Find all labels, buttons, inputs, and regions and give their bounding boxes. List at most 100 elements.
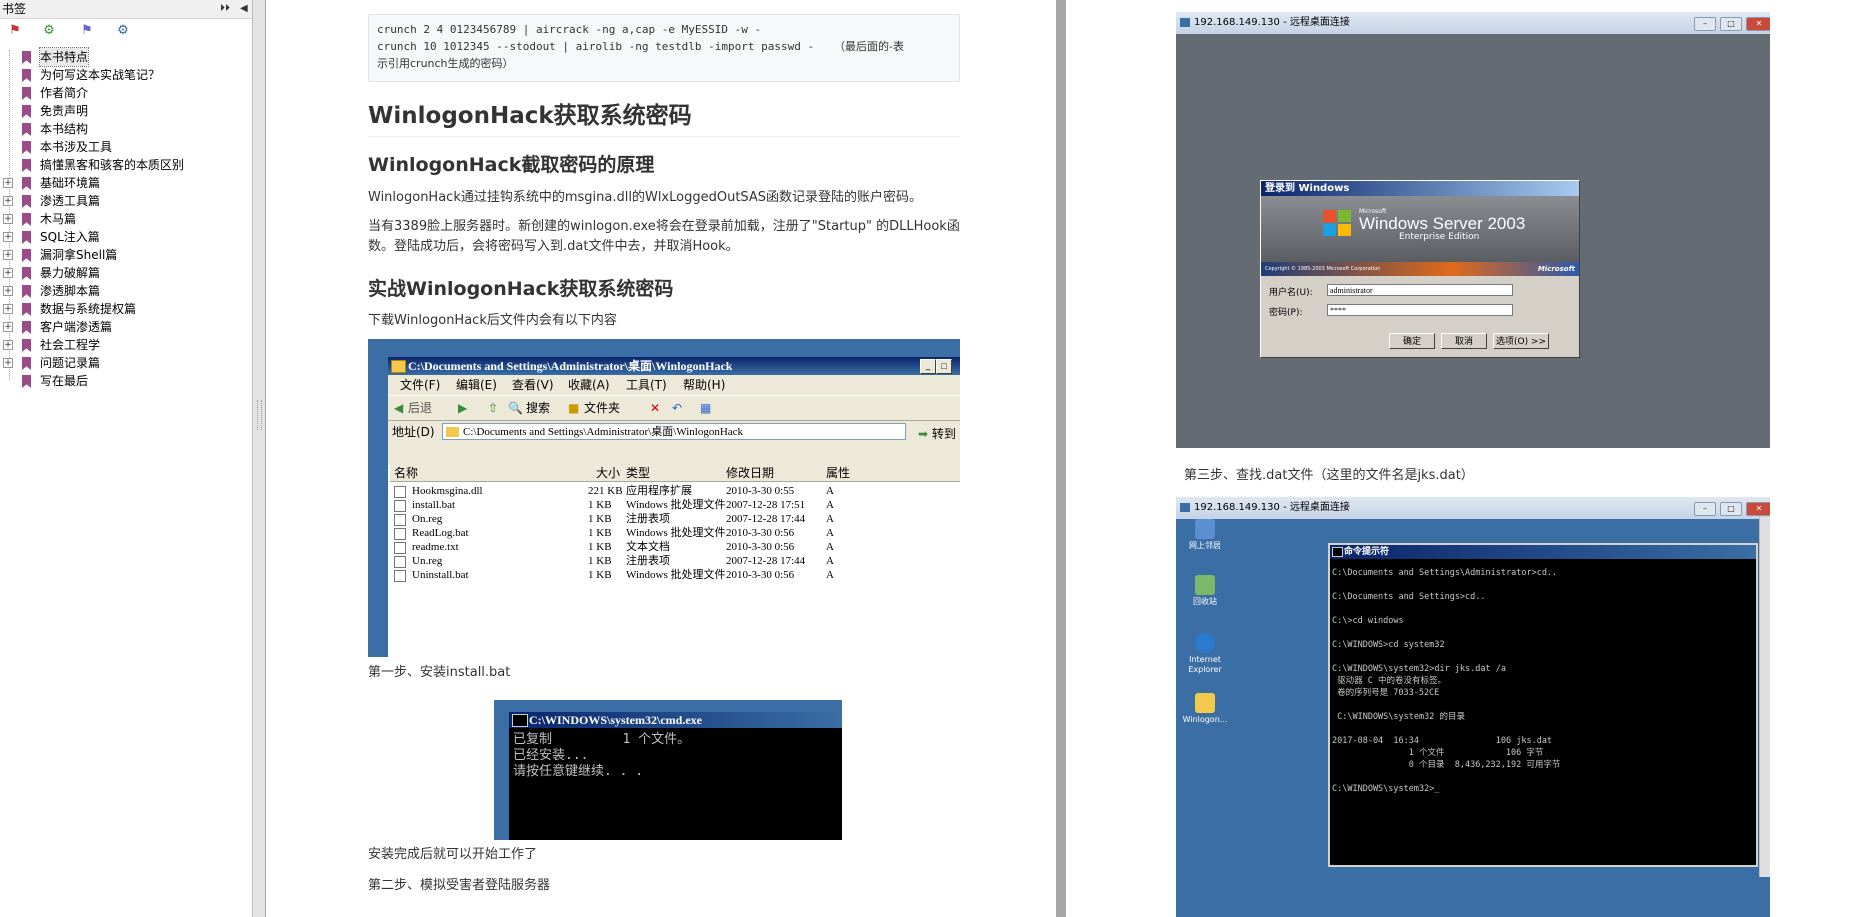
paragraph: 第三步、查找.dat文件（这里的文件名是jks.dat） — [1184, 468, 1474, 483]
cmd-line: C:\Documents and Settings>cd.. — [1332, 592, 1486, 602]
expand-toggle-icon[interactable]: + — [3, 340, 13, 350]
bookmark-item[interactable]: + SQL注入篇 — [0, 228, 252, 246]
bookmark-icon — [22, 231, 31, 244]
cmd-line: 2017-08-04 16:34 106 jks.dat — [1332, 736, 1553, 746]
bookmark-label: 木马篇 — [40, 212, 77, 226]
maximize-icon: □ — [936, 359, 952, 374]
file-name: Uninstall.bat — [412, 569, 469, 581]
bookmark-label: 作者简介 — [40, 86, 89, 100]
bookmark-item[interactable]: 本书特点 — [0, 47, 252, 67]
cmd-title: 命令提示符 — [1344, 547, 1390, 557]
cancel-button: 取消 — [1441, 333, 1487, 349]
explorer-titlebar: C:\Documents and Settings\Administrator\… — [388, 357, 960, 375]
close-icon: ✕ — [1746, 17, 1770, 31]
expand-toggle-icon[interactable]: + — [3, 286, 13, 296]
bookmark-item[interactable]: + 暴力破解篇 — [0, 264, 252, 282]
bookmark-label: 本书结构 — [40, 122, 89, 136]
close-icon: ✕ — [1746, 502, 1770, 516]
bookmark-item[interactable]: + 渗透脚本篇 — [0, 282, 252, 300]
bookmark-item[interactable]: 本书结构 — [0, 120, 252, 138]
bookmark-item[interactable]: 搞懂黑客和骇客的本质区别 — [0, 156, 252, 174]
bookmark-item[interactable]: + 问题记录篇 — [0, 354, 252, 372]
internet-explorer-icon — [1195, 633, 1215, 653]
maximize-icon: □ — [1720, 17, 1742, 31]
collapse-panel-icon[interactable]: ◀ — [240, 2, 248, 16]
desktop-icon-folder: Winlogon... — [1180, 693, 1230, 725]
cmd-line — [1332, 627, 1754, 639]
cmd-line: C:\WINDOWS\system32>dir jks.dat /a — [1332, 664, 1506, 674]
bookmark-item[interactable]: + 漏洞拿Shell篇 — [0, 246, 252, 264]
expand-toggle-icon[interactable]: + — [3, 268, 13, 278]
splitter-grip[interactable] — [257, 400, 262, 430]
bookmark-label: 为何写这本实战笔记？ — [40, 68, 161, 82]
explorer-window: C:\Documents and Settings\Administrator\… — [388, 357, 960, 657]
bookmark-label: 社会工程学 — [40, 338, 101, 352]
panel-splitter[interactable] — [253, 0, 265, 917]
expand-toggle-icon[interactable]: + — [3, 250, 13, 260]
bookmark-item[interactable]: 免责声明 — [0, 102, 252, 120]
back-label: 后退 — [408, 401, 433, 415]
cmd-line — [1332, 603, 1754, 615]
bookmark-find-icon[interactable]: ⚑ — [78, 22, 96, 40]
bookmark-icon — [22, 105, 31, 118]
cmd-line — [1332, 723, 1754, 735]
bookmark-icon — [22, 375, 31, 388]
paragraph: 第一步、安装install.bat — [368, 665, 511, 680]
options-button: 选项(O) >> — [1493, 333, 1549, 349]
address-label: 地址(D) — [392, 425, 435, 439]
bookmark-delete-icon[interactable]: ⚑ — [6, 22, 24, 40]
bookmark-label: 搞懂黑客和骇客的本质区别 — [40, 158, 185, 172]
bookmark-properties-icon[interactable]: ⚙ — [114, 22, 132, 40]
bookmark-icon — [22, 123, 31, 136]
cmd-line: 卷的序列号是 7033-52CE — [1332, 688, 1440, 698]
bookmark-item[interactable]: 写在最后 — [0, 372, 252, 390]
ok-button: 确定 — [1389, 333, 1435, 349]
username-field: administrator — [1327, 284, 1513, 296]
expand-toggle-icon[interactable]: + — [3, 214, 13, 224]
password-label: 密码(P): — [1269, 308, 1303, 318]
bookmark-item[interactable]: + 社会工程学 — [0, 336, 252, 354]
cmd-screenshot: C:\WINDOWS\system32\cmd.exe 已复制 1 个文件。 已经… — [494, 700, 842, 840]
expand-toggle-icon[interactable]: + — [3, 358, 13, 368]
copyright-text: Copyright © 1985-2003 Microsoft Corporat… — [1265, 266, 1381, 272]
expand-toggle-icon[interactable]: + — [3, 322, 13, 332]
minimize-icon: – — [1694, 17, 1716, 31]
bookmark-icon — [22, 51, 31, 64]
bookmark-icon — [22, 303, 31, 316]
bookmark-icon — [22, 177, 31, 190]
menu-file: 文件(F) — [400, 378, 441, 392]
cmd-line: 1 个文件 106 字节 — [1332, 748, 1544, 758]
bookmark-label: 渗透工具篇 — [40, 194, 101, 208]
rdp-cmd-screenshot: 192.168.149.130 - 远程桌面连接 – □ ✕ 网上邻居 回收站 … — [1176, 497, 1770, 917]
address-input: C:\Documents and Settings\Administrator\… — [442, 423, 906, 440]
bookmark-item[interactable]: + 数据与系统提权篇 — [0, 300, 252, 318]
views-icon: ▦ — [700, 401, 712, 415]
bookmark-item[interactable]: + 木马篇 — [0, 210, 252, 228]
expand-panel-icon[interactable]: ⏵⏵ — [220, 2, 230, 16]
cmd-line: 0 个目录 8,436,232,192 可用字节 — [1332, 760, 1561, 770]
expand-toggle-icon[interactable]: + — [3, 304, 13, 314]
expand-toggle-icon[interactable]: + — [3, 178, 13, 188]
code-line: crunch 2 4 0123456789 | aircrack -ng a,c… — [377, 23, 762, 36]
code-line-text: crunch 10 1012345 --stodout | airolib -n… — [377, 40, 815, 53]
minimize-icon: _ — [920, 359, 936, 374]
file-list-header: 名称 大小 类型 修改日期 属性 — [390, 465, 960, 482]
bookmark-expand-icon[interactable]: ⚙ — [40, 22, 58, 40]
bookmark-item[interactable]: + 客户端渗透篇 — [0, 318, 252, 336]
desktop-icon-network: 网上邻居 — [1180, 519, 1230, 551]
rdp-login-screenshot: 192.168.149.130 - 远程桌面连接 – □ ✕ 登录到 Windo… — [1176, 12, 1770, 448]
bookmark-item[interactable]: 本书涉及工具 — [0, 138, 252, 156]
address-bar: 地址(D) C:\Documents and Settings\Administ… — [388, 421, 960, 443]
bookmark-item[interactable]: + 基础环境篇 — [0, 174, 252, 192]
bookmark-label: 本书涉及工具 — [40, 140, 113, 154]
expand-toggle-icon[interactable]: + — [3, 232, 13, 242]
cmd-output: 已复制 1 个文件。 已经安装... 请按任意键继续. . . — [509, 728, 842, 840]
bookmark-item[interactable]: 作者简介 — [0, 84, 252, 102]
expand-toggle-icon[interactable]: + — [3, 196, 13, 206]
bookmark-item[interactable]: 为何写这本实战笔记？ — [0, 66, 252, 84]
explorer-toolbar: ◀ 后退 ▶ ⇧ 🔍 搜索 ■ 文件夹 ✕ ↶ ▦ — [388, 395, 960, 421]
cmd-icon — [512, 714, 528, 727]
bookmark-panel: 书签 ⏵⏵ ◀ ⚑ ⚙ ⚑ ⚙ 本书特点 为何写这本实战笔记？ 作者简介 免责声明 本书… — [0, 0, 253, 917]
bookmark-item[interactable]: + 渗透工具篇 — [0, 192, 252, 210]
bookmark-label: 问题记录篇 — [40, 356, 101, 370]
